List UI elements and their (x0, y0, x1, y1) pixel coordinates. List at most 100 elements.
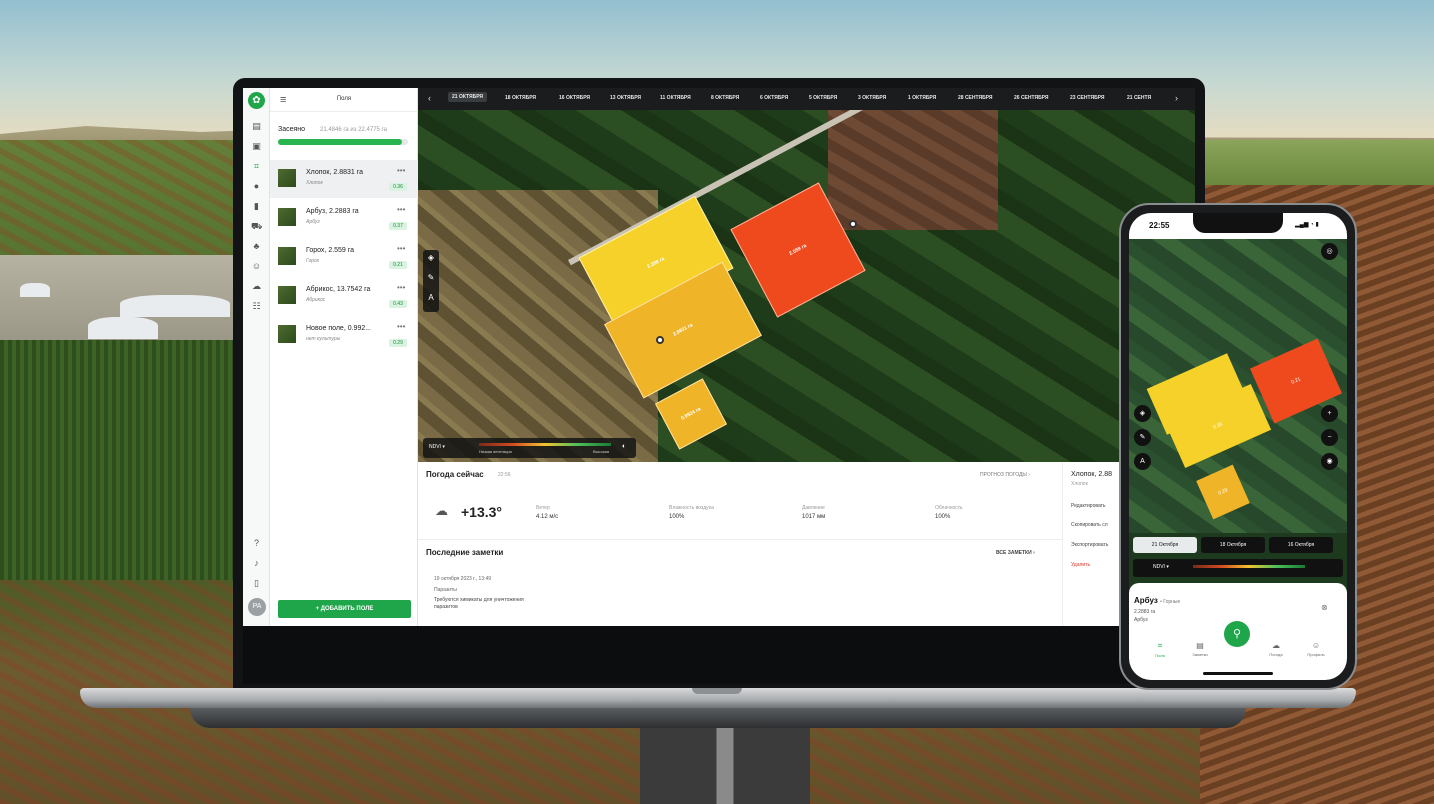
phone-map[interactable]: 0.21 0.36 0.29 ◎ ◈ ✎ A + − ◉ (1129, 239, 1347, 533)
add-location-button[interactable]: ⚲ (1224, 621, 1250, 647)
timeline-date[interactable]: 13 ОКТЯБРЯ (610, 95, 641, 101)
close-icon[interactable]: ⊗ (1321, 603, 1328, 612)
zoom-in-icon[interactable]: + (1321, 405, 1338, 422)
nav-weather[interactable]: ☁ Погода (1259, 641, 1293, 657)
chevron-right-icon[interactable]: › (1175, 93, 1178, 103)
field-thumbnail (278, 325, 296, 343)
more-icon[interactable]: ••• (397, 322, 405, 331)
stat-label: Облачность (935, 505, 963, 511)
sown-progress (278, 139, 408, 145)
edit-menu-item[interactable]: Редактировать (1071, 503, 1106, 509)
team-icon[interactable]: ☷ (251, 301, 262, 312)
note-type: Паразиты (434, 587, 457, 593)
user-icon[interactable]: ☺ (251, 261, 262, 272)
map-icon[interactable]: ▤ (251, 121, 262, 132)
greenhouse (88, 317, 158, 339)
layers-icon[interactable]: ◈ (423, 253, 439, 262)
field-polygon-label: 0.21 (1290, 376, 1302, 386)
fields-icon: ⌗ (1157, 641, 1163, 650)
map-pin-icon[interactable] (656, 336, 664, 344)
tractor-icon[interactable]: ⛟ (251, 221, 262, 232)
more-icon[interactable]: ••• (397, 244, 405, 253)
phone-icon[interactable]: ▯ (251, 578, 262, 589)
ndvi-badge: 0.43 (389, 300, 407, 308)
delete-menu-item[interactable]: Удалить (1071, 562, 1090, 568)
field-list-item[interactable]: Горох, 2.559 га Горох ••• 0.21 (270, 238, 418, 276)
draw-icon[interactable]: ✎ (423, 273, 439, 282)
timeline-date[interactable]: 8 ОКТЯБРЯ (711, 95, 739, 101)
nav-notes[interactable]: ▤ Заметки (1183, 641, 1217, 657)
nav-fields[interactable]: ⌗ Поля (1143, 641, 1177, 658)
forecast-link[interactable]: ПРОГНОЗ ПОГОДЫ › (980, 472, 1030, 478)
sown-label: Засеяно (278, 126, 306, 133)
plant-icon[interactable]: ♣ (251, 241, 262, 252)
bell-icon[interactable]: ♪ (251, 558, 262, 569)
timeline-date[interactable]: 26 СЕНТЯБРЯ (1014, 95, 1049, 101)
timeline-date[interactable]: 28 СЕНТЯБРЯ (958, 95, 993, 101)
stat-value: 100% (669, 514, 685, 520)
draw-icon[interactable]: ✎ (1134, 429, 1151, 446)
fields-icon[interactable]: ⌗ (251, 161, 262, 172)
note-text[interactable]: Требуются химикаты для уничтожения параз… (434, 597, 534, 611)
copy-menu-item[interactable]: Скопировать сл (1071, 522, 1108, 528)
date-tab[interactable]: 21 Октября (1133, 537, 1197, 553)
index-selector[interactable]: NDVI ▾ (1153, 564, 1169, 570)
compass-icon[interactable]: ◎ (1321, 243, 1338, 260)
text-icon[interactable]: A (423, 293, 439, 302)
text-icon[interactable]: A (1134, 453, 1151, 470)
zoom-out-icon[interactable]: − (1321, 429, 1338, 446)
timeline-date[interactable]: 23 СЕНТЯБРЯ (1070, 95, 1105, 101)
clock-icon[interactable]: ● (251, 181, 262, 192)
field-polygon[interactable]: 0.9924 га (654, 378, 728, 450)
avatar[interactable]: PA (248, 598, 266, 616)
timeline-date[interactable]: 18 ОКТЯБРЯ (505, 95, 536, 101)
field-polygon-label: 2.288 га (646, 255, 666, 271)
index-selector[interactable]: NDVI ▾ (429, 444, 445, 450)
notes-icon: ▤ (1196, 641, 1204, 650)
timeline-date[interactable]: 21 ОКТЯБРЯ (448, 92, 487, 102)
more-icon[interactable]: ••• (397, 166, 405, 175)
timeline-date[interactable]: 1 ОКТЯБРЯ (908, 95, 936, 101)
phone-time: 22:55 (1149, 221, 1170, 230)
help-icon[interactable]: ? (251, 538, 262, 549)
more-icon[interactable]: ••• (397, 283, 405, 292)
cloud-icon[interactable]: ☁ (251, 281, 262, 292)
nav-profile[interactable]: ☺ Профиль (1299, 641, 1333, 657)
more-icon[interactable]: ••• (397, 205, 405, 214)
add-field-button[interactable]: + ДОБАВИТЬ ПОЛЕ (278, 600, 411, 618)
timeline-date[interactable]: 3 ОКТЯБРЯ (858, 95, 886, 101)
document-icon[interactable]: ▮ (251, 201, 262, 212)
timeline-date[interactable]: 5 ОКТЯБРЯ (809, 95, 837, 101)
date-tab[interactable]: 18 Октября (1201, 537, 1265, 553)
date-tab[interactable]: 16 Октября (1269, 537, 1333, 553)
export-menu-item[interactable]: Экспортировать (1071, 542, 1108, 548)
timeline-date[interactable]: 21 СЕНТЯ (1127, 95, 1151, 101)
field-list-item[interactable]: Абрикос, 13.7542 га Абрикос ••• 0.43 (270, 277, 418, 315)
field-polygon[interactable]: 0.29 (1196, 464, 1250, 520)
location-icon[interactable]: ◉ (1321, 453, 1338, 470)
field-list-item[interactable]: Хлопок, 2.8831 га Хлопок ••• 0.36 (270, 160, 418, 198)
leaf-icon[interactable]: ✿ (248, 92, 265, 109)
timeline-date[interactable]: 16 ОКТЯБРЯ (559, 95, 590, 101)
temperature: +13.3° (461, 504, 503, 520)
chevron-left-icon[interactable]: ‹ (428, 93, 431, 103)
home-indicator (1203, 672, 1273, 675)
field-polygon-label: 0.36 (1212, 421, 1224, 431)
timeline-date[interactable]: 6 ОКТЯБРЯ (760, 95, 788, 101)
signal-icon: ▂▄▆ ◔ ▮ (1295, 222, 1319, 228)
wind-icon: ☁ (435, 503, 448, 518)
field-list-item[interactable]: Новое поле, 0.992... нет культуры ••• 0.… (270, 316, 418, 354)
satellite-map[interactable]: 2.288 га 2.559 га 2.8831 га 0.9924 га ◈ … (418, 110, 1195, 462)
field-list-item[interactable]: Арбуз, 2.2883 га Арбуз ••• 0.37 (270, 199, 418, 237)
stat-value: 100% (935, 514, 951, 520)
map-pin-icon[interactable] (849, 220, 857, 228)
divider (418, 539, 1062, 540)
layers-icon[interactable]: ◈ (1134, 405, 1151, 422)
phone-status-bar: 22:55 ▂▄▆ ◔ ▮ (1129, 213, 1347, 239)
calendar-icon[interactable]: ▣ (251, 141, 262, 152)
ndvi-gradient (1193, 565, 1305, 568)
timeline-date[interactable]: 11 ОКТЯБРЯ (660, 95, 691, 101)
palette-icon[interactable]: ◐ (622, 443, 626, 450)
all-notes-link[interactable]: ВСЕ ЗАМЕТКИ › (996, 550, 1035, 556)
weather-stat: Ветер 4.12 м/с (536, 505, 558, 520)
